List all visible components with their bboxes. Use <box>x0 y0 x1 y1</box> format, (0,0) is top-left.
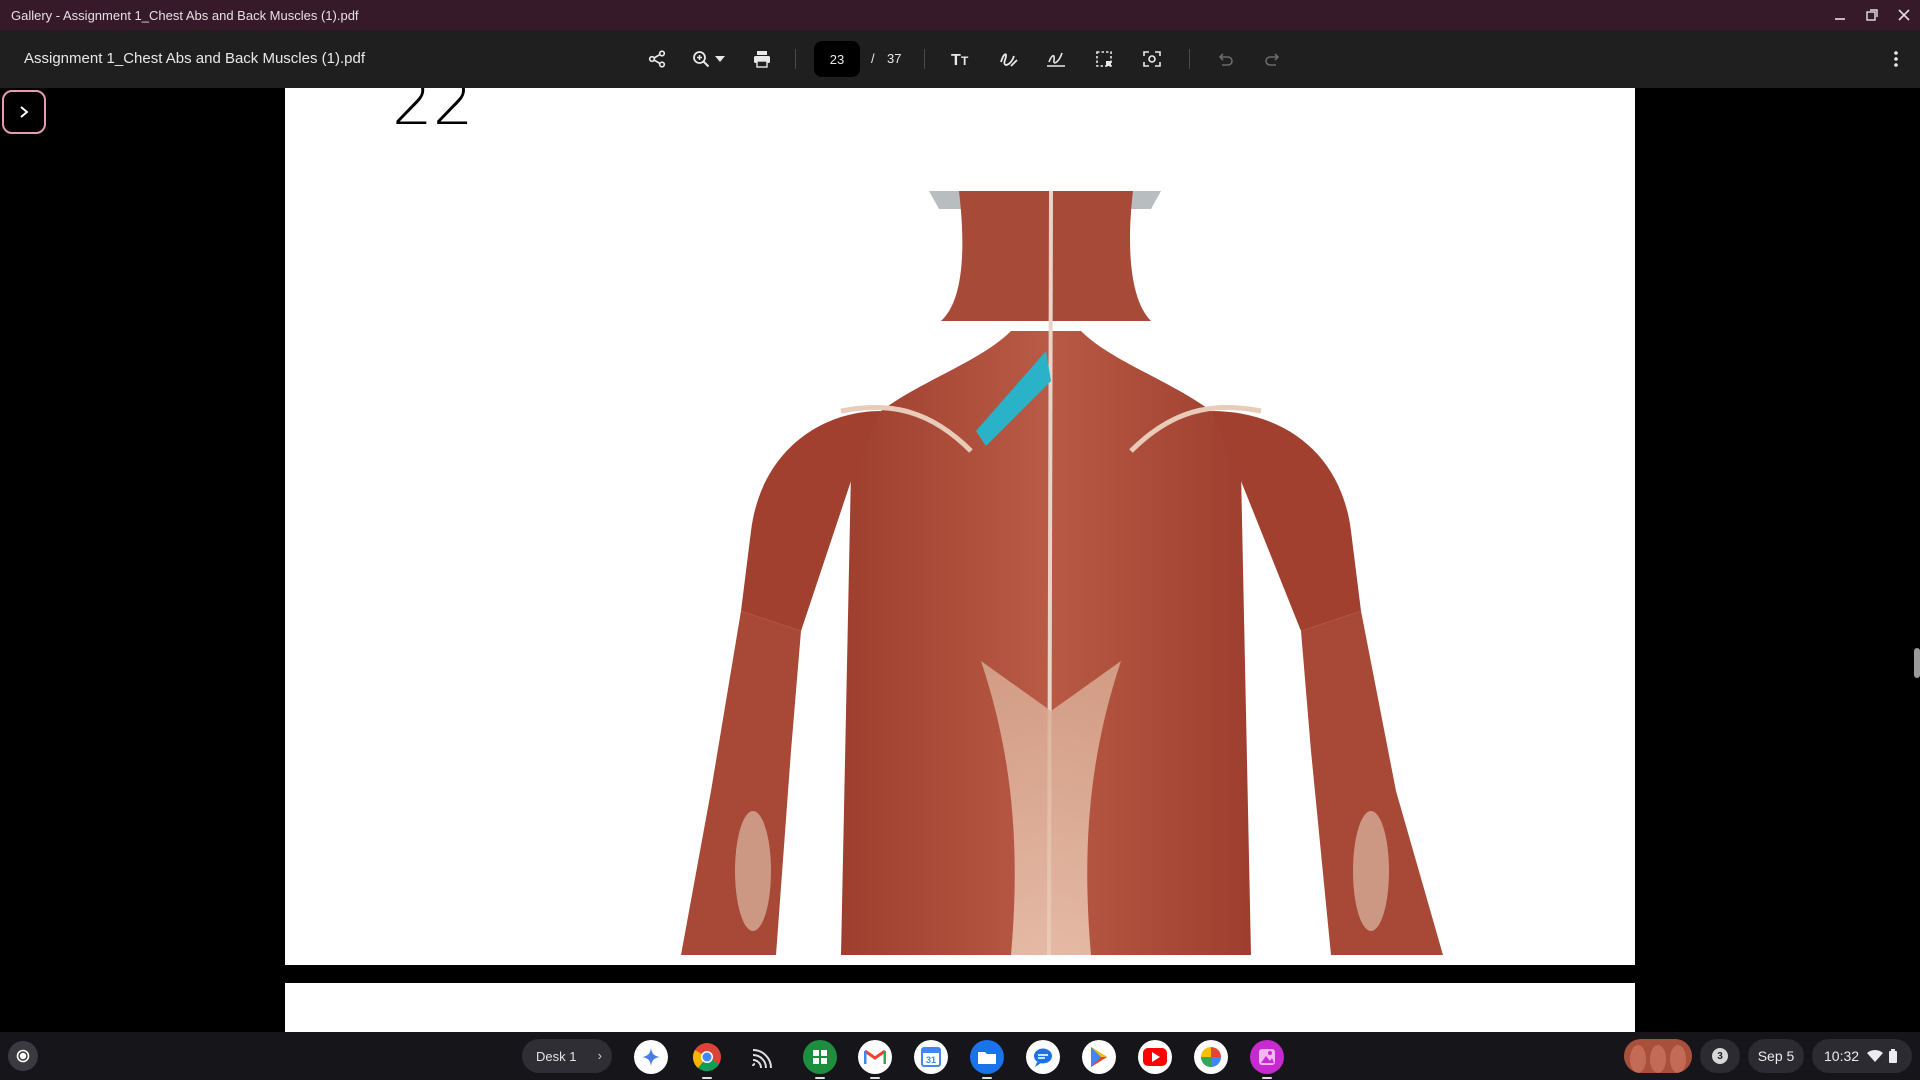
redo-button[interactable] <box>1257 43 1289 75</box>
next-pdf-page <box>285 983 1635 1032</box>
gmail-app-icon[interactable] <box>858 1040 892 1079</box>
undo-button[interactable] <box>1209 43 1241 75</box>
print-button[interactable] <box>746 43 778 75</box>
caret-down-icon <box>715 56 725 62</box>
toolbar-divider <box>924 49 925 69</box>
window-titlebar: Gallery - Assignment 1_Chest Abs and Bac… <box>0 0 1920 30</box>
screen-capture-thumbnail[interactable] <box>1624 1039 1692 1073</box>
svg-text:T: T <box>961 54 969 68</box>
zoom-in-icon <box>693 51 710 68</box>
more-options-button[interactable] <box>1880 43 1912 75</box>
share-icon <box>648 50 666 68</box>
redo-icon <box>1265 53 1280 66</box>
lens-search-button[interactable] <box>1136 43 1168 75</box>
minimize-icon <box>1835 18 1845 20</box>
toolbar-divider <box>795 49 796 69</box>
files-app-icon[interactable] <box>970 1040 1004 1079</box>
text-size-icon: TT <box>951 52 969 68</box>
signature-icon <box>1047 52 1065 67</box>
sign-button[interactable] <box>1040 43 1072 75</box>
desk-label: Desk 1 <box>536 1048 577 1064</box>
chrome-app-icon[interactable] <box>690 1040 724 1079</box>
total-pages: 37 <box>887 51 902 66</box>
status-tray[interactable]: 10:32 <box>1812 1039 1912 1073</box>
zoom-dropdown-button[interactable] <box>710 43 730 75</box>
print-icon <box>754 51 770 68</box>
slide-number: 22 <box>392 88 474 140</box>
window-title: Gallery - Assignment 1_Chest Abs and Bac… <box>11 7 359 23</box>
pdf-toolbar: Assignment 1_Chest Abs and Back Muscles … <box>0 30 1920 88</box>
calendar-app-icon[interactable]: 31 <box>914 1040 948 1074</box>
launcher-icon <box>16 1049 30 1063</box>
close-button[interactable] <box>1888 0 1920 30</box>
gemini-app-icon[interactable] <box>634 1040 668 1074</box>
lens-icon <box>1143 51 1161 67</box>
page-separator: / <box>871 51 875 66</box>
share-button[interactable] <box>641 43 673 75</box>
youtube-app-icon[interactable] <box>1138 1040 1172 1074</box>
scribble-icon <box>1000 53 1018 67</box>
sidebar-toggle-button[interactable] <box>2 90 46 134</box>
gallery-app-icon[interactable] <box>1250 1040 1284 1079</box>
restore-button[interactable] <box>1856 0 1888 30</box>
minimize-button[interactable] <box>1824 0 1856 30</box>
scrollbar-thumb[interactable] <box>1914 648 1920 678</box>
play-store-app-icon[interactable] <box>1082 1040 1116 1074</box>
toolbar-divider <box>1189 49 1190 69</box>
undo-icon <box>1218 53 1233 66</box>
photos-app-icon[interactable] <box>1194 1040 1228 1074</box>
messages-app-icon[interactable] <box>1026 1040 1060 1074</box>
battery-icon <box>1889 1049 1898 1063</box>
select-area-icon <box>1096 51 1112 67</box>
time-label: 10:32 <box>1824 1048 1860 1064</box>
text-annotation-button[interactable]: TT <box>945 43 977 75</box>
document-name: Assignment 1_Chest Abs and Back Muscles … <box>24 50 366 67</box>
wifi-icon <box>1867 1049 1884 1062</box>
more-vert-icon <box>1894 51 1898 67</box>
back-muscles-figure <box>681 191 1443 955</box>
svg-text:31: 31 <box>926 1055 936 1065</box>
date-button[interactable]: Sep 5 <box>1748 1039 1804 1073</box>
svg-text:T: T <box>951 52 961 68</box>
date-label: Sep 5 <box>1757 1048 1795 1064</box>
notifications-button[interactable]: 3 <box>1700 1039 1740 1073</box>
close-icon <box>1898 9 1910 21</box>
sheets-app-icon[interactable] <box>803 1040 837 1079</box>
select-area-button[interactable] <box>1088 43 1120 75</box>
draw-button[interactable] <box>993 43 1025 75</box>
pdf-viewport[interactable]: 22 <box>0 88 1920 1032</box>
desk-switcher[interactable]: Desk 1 › <box>522 1039 612 1073</box>
cast-app-icon[interactable] <box>746 1040 780 1074</box>
pdf-page: 22 <box>285 88 1635 965</box>
system-shelf: Desk 1 › 31 3 Sep 5 10:32 <box>0 1032 1920 1080</box>
notification-count: 3 <box>1712 1048 1728 1064</box>
restore-icon <box>1866 9 1878 21</box>
launcher-button[interactable] <box>8 1041 38 1071</box>
chevron-right-icon: › <box>597 1048 602 1063</box>
current-page-input[interactable]: 23 <box>814 41 860 77</box>
chevron-right-icon <box>20 106 29 118</box>
